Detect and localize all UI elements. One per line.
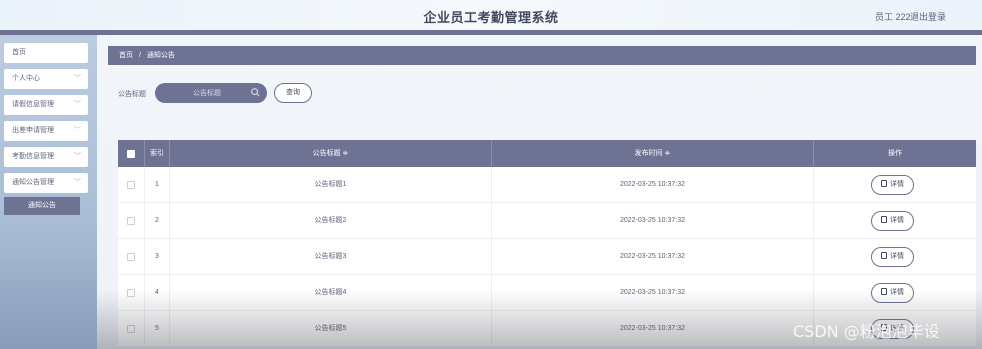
document-icon bbox=[881, 180, 887, 187]
main-content: 首页 / 通知公告 公告标题 查询 索引 公告标题 ≑ 发布时间 ≑ 操作 1 … bbox=[97, 35, 982, 349]
select-all-checkbox[interactable] bbox=[127, 150, 135, 158]
chevron-down-icon: ﹀ bbox=[74, 127, 81, 134]
query-button[interactable]: 查询 bbox=[274, 83, 312, 103]
sidebar-item-leave-management[interactable]: 请假信息管理 ﹀ bbox=[4, 95, 88, 115]
detail-button-label: 详情 bbox=[890, 289, 904, 296]
index-cell: 5 bbox=[145, 311, 170, 347]
top-header: 企业员工考勤管理系统 员工 222 退出登录 bbox=[0, 0, 982, 30]
title-cell: 公告标题3 bbox=[170, 239, 492, 275]
time-cell: 2022-03-25 10:37:32 bbox=[492, 167, 814, 203]
column-header-time[interactable]: 发布时间 ≑ bbox=[492, 140, 814, 167]
index-cell: 2 bbox=[145, 203, 170, 239]
detail-button[interactable]: 详情 bbox=[871, 247, 914, 267]
chevron-down-icon: ﹀ bbox=[74, 153, 81, 160]
actions-cell: 详情 bbox=[814, 275, 976, 311]
time-cell: 2022-03-25 10:37:32 bbox=[492, 239, 814, 275]
time-cell: 2022-03-25 10:37:32 bbox=[492, 311, 814, 347]
table-row: 3 公告标题3 2022-03-25 10:37:32 详情 bbox=[118, 239, 976, 275]
search-box[interactable] bbox=[155, 83, 267, 103]
index-cell: 4 bbox=[145, 275, 170, 311]
actions-cell: 详情 bbox=[814, 239, 976, 275]
sidebar-item-label: 个人中心 bbox=[12, 75, 40, 82]
detail-button[interactable]: 详情 bbox=[871, 283, 914, 303]
chevron-down-icon: ﹀ bbox=[74, 179, 81, 186]
table-row: 1 公告标题1 2022-03-25 10:37:32 详情 bbox=[118, 167, 976, 203]
sidebar-item-label: 首页 bbox=[12, 49, 26, 56]
row-checkbox[interactable] bbox=[127, 217, 135, 225]
column-header-index: 索引 bbox=[145, 140, 170, 167]
column-header-actions: 操作 bbox=[888, 150, 902, 157]
document-icon bbox=[881, 216, 887, 223]
sidebar-item-home[interactable]: 首页 bbox=[4, 43, 88, 63]
select-cell bbox=[118, 311, 145, 347]
time-cell: 2022-03-25 10:37:32 bbox=[492, 275, 814, 311]
chevron-down-icon: ﹀ bbox=[74, 101, 81, 108]
column-header-title[interactable]: 公告标题 ≑ bbox=[170, 140, 492, 167]
detail-button-label: 详情 bbox=[890, 217, 904, 224]
row-checkbox[interactable] bbox=[127, 253, 135, 261]
table-row: 2 公告标题2 2022-03-25 10:37:32 详情 bbox=[118, 203, 976, 239]
chevron-down-icon: ﹀ bbox=[74, 75, 81, 82]
search-input[interactable] bbox=[167, 86, 247, 100]
sidebar: 首页 个人中心 ﹀ 请假信息管理 ﹀ 出差申请管理 ﹀ 考勤信息管理 ﹀ 通知公… bbox=[0, 35, 97, 349]
index-cell: 1 bbox=[145, 167, 170, 203]
title-cell: 公告标题5 bbox=[170, 311, 492, 347]
search-icon bbox=[251, 88, 260, 97]
document-icon bbox=[881, 252, 887, 259]
app-title: 企业员工考勤管理系统 bbox=[423, 10, 559, 25]
select-cell bbox=[118, 275, 145, 311]
actions-cell: 详情 bbox=[814, 203, 976, 239]
search-label: 公告标题 bbox=[118, 91, 146, 98]
logout-link[interactable]: 退出登录 bbox=[910, 10, 946, 23]
detail-button[interactable]: 详情 bbox=[871, 175, 914, 195]
row-checkbox[interactable] bbox=[127, 181, 135, 189]
select-cell bbox=[118, 239, 145, 275]
select-cell bbox=[118, 203, 145, 239]
sidebar-item-label: 考勤信息管理 bbox=[12, 153, 54, 160]
table-header: 索引 公告标题 ≑ 发布时间 ≑ 操作 bbox=[118, 140, 976, 167]
row-checkbox[interactable] bbox=[127, 325, 135, 333]
index-cell: 3 bbox=[145, 239, 170, 275]
title-cell: 公告标题1 bbox=[170, 167, 492, 203]
watermark-text: CSDN @粉泡泡毕设 bbox=[793, 322, 940, 341]
sidebar-item-personal-center[interactable]: 个人中心 ﹀ bbox=[4, 69, 88, 89]
sidebar-item-label: 请假信息管理 bbox=[12, 101, 54, 108]
select-cell bbox=[118, 167, 145, 203]
actions-cell: 详情 bbox=[814, 167, 976, 203]
sidebar-item-label: 出差申请管理 bbox=[12, 127, 54, 134]
sidebar-item-attendance-management[interactable]: 考勤信息管理 ﹀ bbox=[4, 147, 88, 167]
sidebar-item-notice-management[interactable]: 通知公告管理 ﹀ bbox=[4, 173, 88, 193]
detail-button-label: 详情 bbox=[890, 253, 904, 260]
breadcrumb-separator: / bbox=[138, 52, 141, 59]
sidebar-item-business-trip-management[interactable]: 出差申请管理 ﹀ bbox=[4, 121, 88, 141]
row-checkbox[interactable] bbox=[127, 289, 135, 297]
breadcrumb-current: 通知公告 bbox=[146, 52, 175, 59]
breadcrumb: 首页 / 通知公告 bbox=[108, 46, 976, 65]
sidebar-subitem-notice[interactable]: 通知公告 bbox=[4, 197, 80, 215]
breadcrumb-home[interactable]: 首页 bbox=[119, 52, 133, 59]
detail-button-label: 详情 bbox=[890, 181, 904, 188]
detail-button[interactable]: 详情 bbox=[871, 211, 914, 231]
header-select-cell bbox=[118, 140, 145, 167]
table-row: 4 公告标题4 2022-03-25 10:37:32 详情 bbox=[118, 275, 976, 311]
title-cell: 公告标题4 bbox=[170, 275, 492, 311]
current-user-label: 员工 222 bbox=[875, 12, 911, 22]
time-cell: 2022-03-25 10:37:32 bbox=[492, 203, 814, 239]
title-cell: 公告标题2 bbox=[170, 203, 492, 239]
sidebar-item-label: 通知公告管理 bbox=[12, 179, 54, 186]
document-icon bbox=[881, 288, 887, 295]
